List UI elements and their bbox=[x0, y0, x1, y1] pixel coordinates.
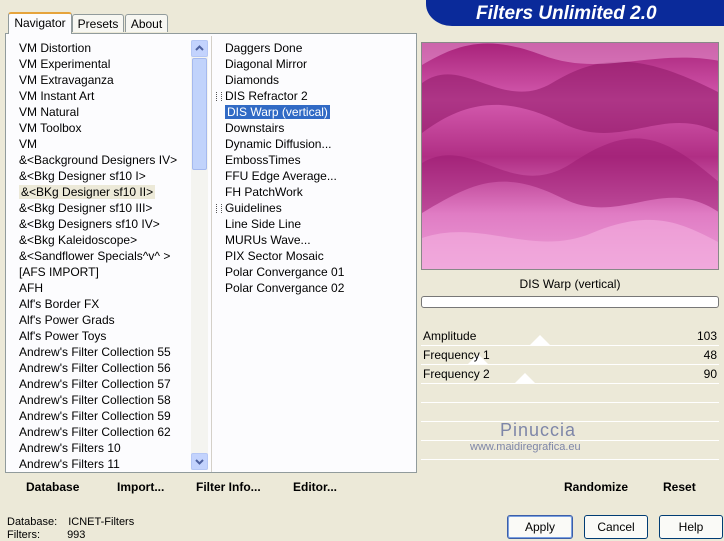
list-item[interactable]: VM Experimental bbox=[16, 56, 188, 72]
param-amplitude[interactable]: Amplitude 103 bbox=[421, 327, 719, 346]
group-marker-icon bbox=[216, 204, 222, 213]
status-filters-label: Filters: bbox=[7, 529, 40, 541]
list-item[interactable]: [AFS IMPORT] bbox=[16, 264, 188, 280]
parameter-panel: Amplitude 103 Frequency 1 48 Frequency 2… bbox=[421, 327, 719, 479]
randomize-button[interactable]: Randomize bbox=[564, 480, 628, 494]
param-frequency-1[interactable]: Frequency 1 48 bbox=[421, 346, 719, 365]
status-database: Database: ICNET-Filters bbox=[7, 516, 134, 528]
list-item[interactable]: Alf's Border FX bbox=[16, 296, 188, 312]
chevron-up-icon bbox=[195, 45, 204, 51]
list-item[interactable]: Andrew's Filter Collection 57 bbox=[16, 376, 188, 392]
list-item[interactable]: &<Bkg Designers sf10 IV> bbox=[16, 216, 188, 232]
list-divider bbox=[211, 36, 212, 472]
list-item[interactable]: VM Toolbox bbox=[16, 120, 188, 136]
status-database-value: ICNET-Filters bbox=[68, 516, 135, 528]
list-item[interactable]: Downstairs bbox=[222, 120, 412, 136]
list-item[interactable]: &<Background Designers IV> bbox=[16, 152, 188, 168]
list-item[interactable]: Alf's Power Grads bbox=[16, 312, 188, 328]
reset-button[interactable]: Reset bbox=[663, 480, 696, 494]
list-item[interactable]: &<Sandflower Specials^v^ > bbox=[16, 248, 188, 264]
import-button[interactable]: Import... bbox=[117, 480, 164, 494]
apply-button[interactable]: Apply bbox=[507, 515, 573, 539]
list-item[interactable]: MURUs Wave... bbox=[222, 232, 412, 248]
preview-caption: DIS Warp (vertical) bbox=[519, 277, 621, 291]
scroll-thumb[interactable] bbox=[192, 58, 207, 170]
slider-marker bbox=[530, 335, 551, 345]
list-item[interactable]: Alf's Power Toys bbox=[16, 328, 188, 344]
list-item[interactable]: AFH bbox=[16, 280, 188, 296]
watermark-name: Pinuccia bbox=[500, 420, 577, 440]
scroll-up-button[interactable] bbox=[191, 40, 208, 57]
tab-navigator[interactable]: Navigator bbox=[8, 12, 72, 34]
watermark-site: www.maidiregrafica.eu bbox=[470, 441, 581, 453]
category-scrollbar[interactable] bbox=[191, 40, 208, 470]
cancel-button[interactable]: Cancel bbox=[584, 515, 648, 539]
list-item[interactable]: Polar Convergance 02 bbox=[222, 280, 412, 296]
list-item[interactable]: Andrew's Filter Collection 59 bbox=[16, 408, 188, 424]
param-frequency-2[interactable]: Frequency 2 90 bbox=[421, 365, 719, 384]
tab-about[interactable]: About bbox=[125, 14, 168, 32]
group-marker-icon bbox=[216, 92, 222, 101]
param-value: 103 bbox=[696, 329, 717, 343]
param-value: 48 bbox=[703, 348, 717, 362]
selected-label: &<BKg Designer sf10 II> bbox=[19, 185, 156, 199]
list-item[interactable]: &<Bkg Kaleidoscope> bbox=[16, 232, 188, 248]
tab-presets[interactable]: Presets bbox=[72, 14, 124, 32]
list-item[interactable]: Diamonds bbox=[222, 72, 412, 88]
status-filters-value: 993 bbox=[67, 529, 86, 541]
list-item[interactable]: &<BKg Designer sf10 II> bbox=[16, 184, 188, 200]
category-list[interactable]: VM Distortion VM Experimental VM Extravaga… bbox=[16, 40, 188, 472]
param-empty-row bbox=[421, 384, 719, 403]
list-item[interactable]: DIS Warp (vertical) bbox=[222, 104, 412, 120]
param-label: Amplitude bbox=[423, 329, 477, 343]
list-item[interactable]: FFU Edge Average... bbox=[222, 168, 412, 184]
list-item[interactable]: FH PatchWork bbox=[222, 184, 412, 200]
list-item[interactable]: Andrew's Filter Collection 55 bbox=[16, 344, 188, 360]
param-label: Frequency 2 bbox=[423, 367, 490, 381]
status-database-label: Database: bbox=[7, 516, 58, 528]
list-item[interactable]: Andrew's Filter Collection 58 bbox=[16, 392, 188, 408]
list-item[interactable]: Diagonal Mirror bbox=[222, 56, 412, 72]
list-item[interactable]: Andrew's Filter Collection 62 bbox=[16, 424, 188, 440]
list-item[interactable]: &<Bkg Designer sf10 I> bbox=[16, 168, 188, 184]
list-item[interactable]: VM bbox=[16, 136, 188, 152]
help-button[interactable]: Help bbox=[659, 515, 723, 539]
filter-list[interactable]: Daggers Done Diagonal Mirror Diamonds DIS R… bbox=[216, 40, 412, 296]
list-item[interactable]: Andrew's Filter Collection 56 bbox=[16, 360, 188, 376]
list-item[interactable]: VM Instant Art bbox=[16, 88, 188, 104]
list-item[interactable]: VM Extravaganza bbox=[16, 72, 188, 88]
list-item[interactable]: PIX Sector Mosaic bbox=[222, 248, 412, 264]
param-label: Frequency 1 bbox=[423, 348, 490, 362]
list-item[interactable]: Andrew's Filters 10 bbox=[16, 440, 188, 456]
filter-info-button[interactable]: Filter Info... bbox=[196, 480, 261, 494]
preview-image bbox=[421, 42, 719, 270]
list-item[interactable]: Polar Convergance 01 bbox=[222, 264, 412, 280]
list-item[interactable]: VM Natural bbox=[16, 104, 188, 120]
status-filters: Filters: 993 bbox=[7, 529, 85, 541]
list-item[interactable]: Dynamic Diffusion... bbox=[222, 136, 412, 152]
editor-button[interactable]: Editor... bbox=[293, 480, 337, 494]
warp-preview-graphic bbox=[422, 43, 718, 269]
list-item[interactable]: Daggers Done bbox=[222, 40, 412, 56]
scroll-down-button[interactable] bbox=[191, 453, 208, 470]
progress-bar bbox=[421, 296, 719, 308]
list-item[interactable]: VM Distortion bbox=[16, 40, 188, 56]
list-item[interactable]: Andrew's Filters 11 bbox=[16, 456, 188, 472]
list-item[interactable]: EmbossTimes bbox=[222, 152, 412, 168]
list-item[interactable]: &<Bkg Designer sf10 III> bbox=[16, 200, 188, 216]
database-button[interactable]: Database bbox=[26, 480, 79, 494]
selected-label: DIS Warp (vertical) bbox=[225, 105, 330, 119]
app-title: Filters Unlimited 2.0 bbox=[476, 3, 657, 24]
list-item[interactable]: Line Side Line bbox=[222, 216, 412, 232]
param-value: 90 bbox=[703, 367, 717, 381]
list-item[interactable]: Guidelines bbox=[216, 200, 412, 216]
slider-marker bbox=[515, 373, 536, 383]
list-item[interactable]: DIS Refractor 2 bbox=[216, 88, 412, 104]
chevron-down-icon bbox=[195, 459, 204, 465]
